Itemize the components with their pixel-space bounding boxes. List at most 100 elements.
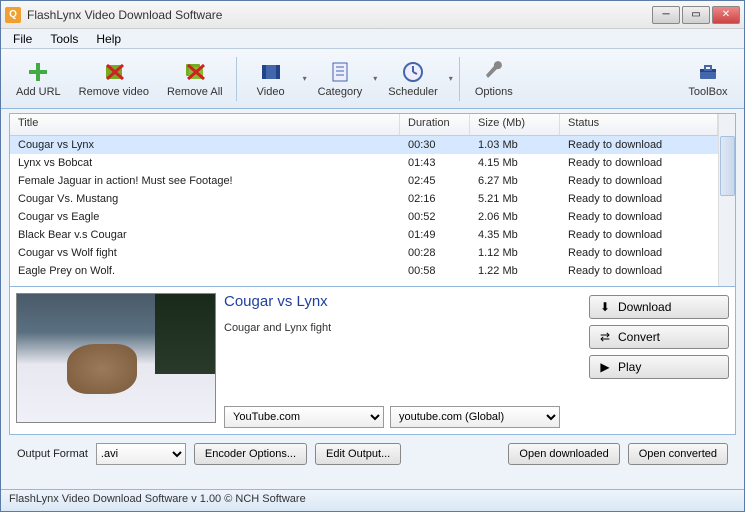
- plus-icon: [26, 60, 50, 84]
- preview-description: Cougar and Lynx fight: [224, 322, 581, 406]
- row-duration: 02:45: [400, 175, 470, 187]
- col-status-header[interactable]: Status: [560, 114, 718, 135]
- row-duration: 00:30: [400, 139, 470, 151]
- window-title: FlashLynx Video Download Software: [27, 8, 652, 22]
- scheduler-label: Scheduler: [388, 86, 438, 98]
- row-status: Ready to download: [560, 139, 718, 151]
- app-icon: Q: [5, 7, 21, 23]
- close-button[interactable]: ✕: [712, 6, 740, 24]
- options-label: Options: [475, 86, 513, 98]
- options-button[interactable]: Options: [464, 55, 524, 103]
- toolbox-label: ToolBox: [688, 86, 727, 98]
- col-duration-header[interactable]: Duration: [400, 114, 470, 135]
- remove-video-button[interactable]: Remove video: [70, 55, 158, 103]
- list-row[interactable]: Black Bear v.s Cougar01:494.35 MbReady t…: [10, 226, 718, 244]
- statusbar: FlashLynx Video Download Software v 1.00…: [1, 489, 744, 511]
- scheduler-dropdown[interactable]: ▾: [447, 59, 455, 99]
- list-row[interactable]: Cougar vs Eagle00:522.06 MbReady to down…: [10, 208, 718, 226]
- source-select[interactable]: YouTube.com: [224, 406, 384, 428]
- download-icon: ⬇: [598, 300, 612, 314]
- download-label: Download: [618, 300, 671, 314]
- toolbar-separator: [459, 57, 460, 101]
- row-duration: 01:49: [400, 229, 470, 241]
- remove-video-label: Remove video: [79, 86, 149, 98]
- remove-video-icon: [102, 60, 126, 84]
- row-duration: 02:16: [400, 193, 470, 205]
- row-status: Ready to download: [560, 193, 718, 205]
- convert-button[interactable]: ⇄Convert: [589, 325, 729, 349]
- category-label: Category: [318, 86, 363, 98]
- list-row[interactable]: Cougar Vs. Mustang02:165.21 MbReady to d…: [10, 190, 718, 208]
- menu-file[interactable]: File: [5, 30, 40, 48]
- row-size: 4.35 Mb: [470, 229, 560, 241]
- row-title: Eagle Prey on Wolf.: [10, 265, 400, 277]
- row-size: 1.03 Mb: [470, 139, 560, 151]
- menu-tools[interactable]: Tools: [42, 30, 86, 48]
- remove-all-icon: [183, 60, 207, 84]
- maximize-button[interactable]: ▭: [682, 6, 710, 24]
- preview-panel: Cougar vs Lynx Cougar and Lynx fight You…: [9, 287, 736, 435]
- play-button[interactable]: ▶ Play: [589, 355, 729, 379]
- encoder-options-button[interactable]: Encoder Options...: [194, 443, 307, 465]
- wrench-icon: [482, 60, 506, 84]
- output-format-label: Output Format: [17, 448, 88, 460]
- list-scrollbar[interactable]: [718, 114, 735, 286]
- row-title: Cougar vs Eagle: [10, 211, 400, 223]
- col-size-header[interactable]: Size (Mb): [470, 114, 560, 135]
- preview-title: Cougar vs Lynx: [224, 293, 581, 310]
- category-dropdown[interactable]: ▾: [371, 59, 379, 99]
- scrollbar-thumb[interactable]: [720, 136, 735, 196]
- video-thumbnail: [16, 293, 216, 423]
- list-row[interactable]: Lynx vs Bobcat01:434.15 MbReady to downl…: [10, 154, 718, 172]
- row-title: Black Bear v.s Cougar: [10, 229, 400, 241]
- video-list: Title Duration Size (Mb) Status Cougar v…: [9, 113, 736, 287]
- row-status: Ready to download: [560, 265, 718, 277]
- menubar: File Tools Help: [1, 29, 744, 49]
- minimize-button[interactable]: ─: [652, 6, 680, 24]
- remove-all-button[interactable]: Remove All: [158, 55, 232, 103]
- row-size: 4.15 Mb: [470, 157, 560, 169]
- row-title: Cougar Vs. Mustang: [10, 193, 400, 205]
- open-downloaded-button[interactable]: Open downloaded: [508, 443, 619, 465]
- scheduler-button[interactable]: Scheduler: [379, 55, 447, 103]
- toolbox-button[interactable]: ToolBox: [678, 55, 738, 103]
- list-row[interactable]: Eagle Prey on Wolf.00:581.22 MbReady to …: [10, 262, 718, 280]
- list-row[interactable]: Cougar vs Wolf fight00:281.12 MbReady to…: [10, 244, 718, 262]
- row-duration: 00:28: [400, 247, 470, 259]
- open-converted-button[interactable]: Open converted: [628, 443, 728, 465]
- menu-help[interactable]: Help: [88, 30, 129, 48]
- video-dropdown[interactable]: ▾: [301, 59, 309, 99]
- add-url-label: Add URL: [16, 86, 61, 98]
- row-status: Ready to download: [560, 157, 718, 169]
- remove-all-label: Remove All: [167, 86, 223, 98]
- row-title: Lynx vs Bobcat: [10, 157, 400, 169]
- add-url-button[interactable]: Add URL: [7, 55, 70, 103]
- list-row[interactable]: Cougar vs Lynx00:301.03 MbReady to downl…: [10, 136, 718, 154]
- row-title: Female Jaguar in action! Must see Footag…: [10, 175, 400, 187]
- category-button[interactable]: Category: [309, 55, 372, 103]
- col-title-header[interactable]: Title: [10, 114, 400, 135]
- row-duration: 00:52: [400, 211, 470, 223]
- list-row[interactable]: Female Jaguar in action! Must see Footag…: [10, 172, 718, 190]
- row-duration: 01:43: [400, 157, 470, 169]
- edit-output-button[interactable]: Edit Output...: [315, 443, 401, 465]
- output-format-select[interactable]: .avi: [96, 443, 186, 465]
- video-button[interactable]: Video: [241, 55, 301, 103]
- toolbar: Add URL Remove video Remove All Video ▾ …: [1, 49, 744, 109]
- video-icon: [259, 60, 283, 84]
- download-button[interactable]: ⬇ Download: [589, 295, 729, 319]
- row-size: 6.27 Mb: [470, 175, 560, 187]
- play-icon: ▶: [598, 360, 612, 374]
- convert-label: Convert: [618, 330, 660, 344]
- toolbar-separator: [236, 57, 237, 101]
- video-label: Video: [257, 86, 285, 98]
- row-size: 5.21 Mb: [470, 193, 560, 205]
- category-icon: [328, 60, 352, 84]
- clock-icon: [401, 60, 425, 84]
- list-header: Title Duration Size (Mb) Status: [10, 114, 718, 136]
- row-status: Ready to download: [560, 211, 718, 223]
- region-select[interactable]: youtube.com (Global): [390, 406, 560, 428]
- titlebar: Q FlashLynx Video Download Software ─ ▭ …: [1, 1, 744, 29]
- play-label: Play: [618, 360, 641, 374]
- row-status: Ready to download: [560, 247, 718, 259]
